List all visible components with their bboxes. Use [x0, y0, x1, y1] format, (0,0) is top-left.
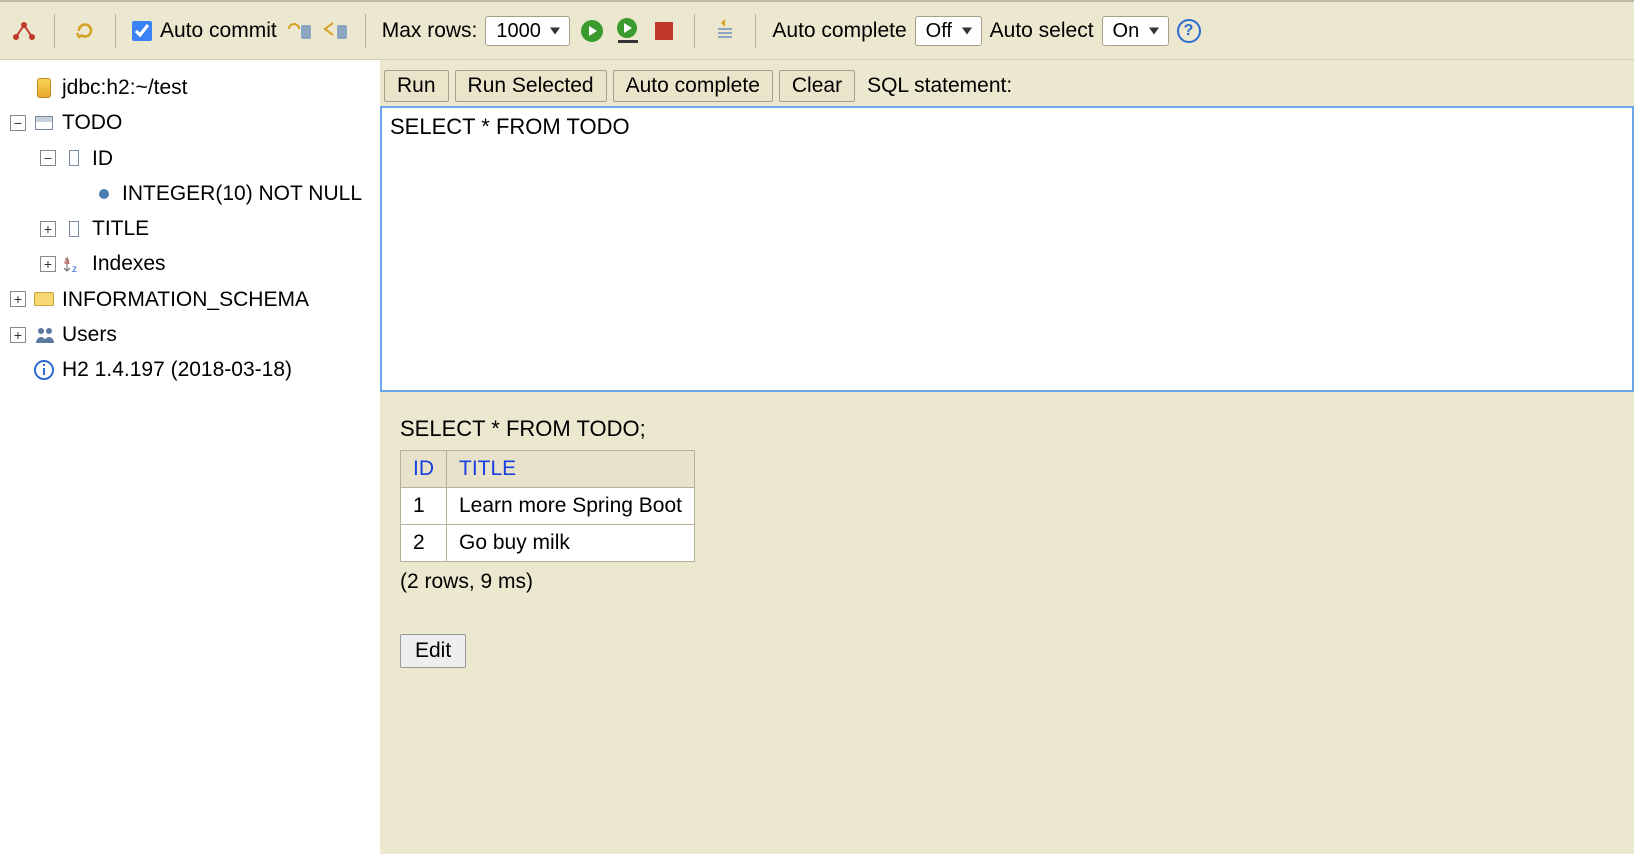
expand-icon[interactable]: +	[40, 256, 56, 272]
expand-icon[interactable]: +	[10, 327, 26, 343]
tree-info-schema[interactable]: + INFORMATION_SCHEMA	[10, 282, 370, 317]
tree-connection[interactable]: jdbc:h2:~/test	[10, 70, 370, 105]
tree-version: H2 1.4.197 (2018-03-18)	[10, 352, 370, 387]
table-row: 1 Learn more Spring Boot	[401, 488, 695, 525]
separator	[755, 14, 756, 48]
history-icon[interactable]	[711, 17, 739, 45]
separator	[115, 14, 116, 48]
auto-commit-checkbox[interactable]	[132, 21, 152, 41]
expand-icon[interactable]: +	[40, 221, 56, 237]
column-icon	[64, 219, 84, 239]
cell: Learn more Spring Boot	[447, 488, 695, 525]
help-icon[interactable]: ?	[1177, 19, 1201, 43]
expand-icon[interactable]: +	[10, 291, 26, 307]
run-selected-icon[interactable]	[614, 17, 642, 45]
clear-button[interactable]: Clear	[779, 70, 855, 102]
max-rows-label: Max rows:	[382, 19, 478, 43]
table-label: TODO	[62, 109, 122, 136]
tree-users[interactable]: + Users	[10, 317, 370, 352]
separator	[54, 14, 55, 48]
tree-indexes[interactable]: + az Indexes	[10, 246, 370, 281]
tree-column-id[interactable]: − ID	[10, 141, 370, 176]
sql-editor[interactable]	[380, 106, 1634, 392]
result-query: SELECT * FROM TODO;	[400, 416, 1614, 442]
type-icon	[94, 184, 114, 204]
sql-toolbar: Run Run Selected Auto complete Clear SQL…	[380, 60, 1634, 106]
run-icon[interactable]	[578, 17, 606, 45]
svg-text:z: z	[72, 264, 77, 273]
folder-icon	[34, 289, 54, 309]
connection-label: jdbc:h2:~/test	[62, 74, 188, 101]
users-icon	[34, 325, 54, 345]
stop-icon[interactable]	[650, 17, 678, 45]
info-icon	[34, 360, 54, 380]
auto-select-select[interactable]: On	[1102, 16, 1169, 46]
column-icon	[64, 148, 84, 168]
cell: Go buy milk	[447, 525, 695, 562]
schema-label: INFORMATION_SCHEMA	[62, 286, 309, 313]
sql-pane: Run Run Selected Auto complete Clear SQL…	[380, 60, 1634, 854]
column-header-id[interactable]: ID	[401, 451, 447, 488]
column-label: ID	[92, 145, 113, 172]
results-area: SELECT * FROM TODO; ID TITLE 1 Learn mor…	[380, 392, 1634, 692]
index-icon: az	[64, 254, 84, 274]
tree-pane: jdbc:h2:~/test − TODO − ID INTEGER(10) N…	[0, 60, 380, 854]
tree-column-title[interactable]: + TITLE	[10, 211, 370, 246]
cell: 1	[401, 488, 447, 525]
run-button[interactable]: Run	[384, 70, 449, 102]
version-label: H2 1.4.197 (2018-03-18)	[62, 356, 292, 383]
run-selected-button[interactable]: Run Selected	[455, 70, 607, 102]
sql-statement-label: SQL statement:	[867, 74, 1012, 98]
column-header-title[interactable]: TITLE	[447, 451, 695, 488]
auto-commit-label: Auto commit	[160, 19, 277, 43]
collapse-icon[interactable]: −	[40, 150, 56, 166]
collapse-icon[interactable]: −	[10, 115, 26, 131]
indexes-label: Indexes	[92, 250, 166, 277]
tree-column-id-type: INTEGER(10) NOT NULL	[10, 176, 370, 211]
max-rows-select[interactable]: 1000	[485, 16, 570, 46]
main-area: jdbc:h2:~/test − TODO − ID INTEGER(10) N…	[0, 60, 1634, 854]
tree-table-todo[interactable]: − TODO	[10, 105, 370, 140]
refresh-icon[interactable]	[71, 17, 99, 45]
column-label: TITLE	[92, 215, 149, 242]
table-row: 2 Go buy milk	[401, 525, 695, 562]
main-toolbar: Auto commit Max rows: 1000 Auto complete…	[0, 0, 1634, 60]
commit-icon[interactable]	[285, 17, 313, 45]
table-header-row: ID TITLE	[401, 451, 695, 488]
separator	[694, 14, 695, 48]
auto-complete-select[interactable]: Off	[915, 16, 982, 46]
rollback-icon[interactable]	[321, 17, 349, 45]
disconnect-icon[interactable]	[10, 17, 38, 45]
table-icon	[34, 113, 54, 133]
cell: 2	[401, 525, 447, 562]
separator	[365, 14, 366, 48]
auto-select-label: Auto select	[990, 19, 1094, 43]
auto-complete-label: Auto complete	[772, 19, 906, 43]
column-type-label: INTEGER(10) NOT NULL	[122, 180, 362, 207]
users-label: Users	[62, 321, 117, 348]
result-summary: (2 rows, 9 ms)	[400, 570, 1614, 594]
database-icon	[34, 78, 54, 98]
result-table: ID TITLE 1 Learn more Spring Boot 2 Go b…	[400, 450, 695, 562]
auto-complete-button[interactable]: Auto complete	[613, 70, 773, 102]
edit-button[interactable]: Edit	[400, 634, 466, 668]
